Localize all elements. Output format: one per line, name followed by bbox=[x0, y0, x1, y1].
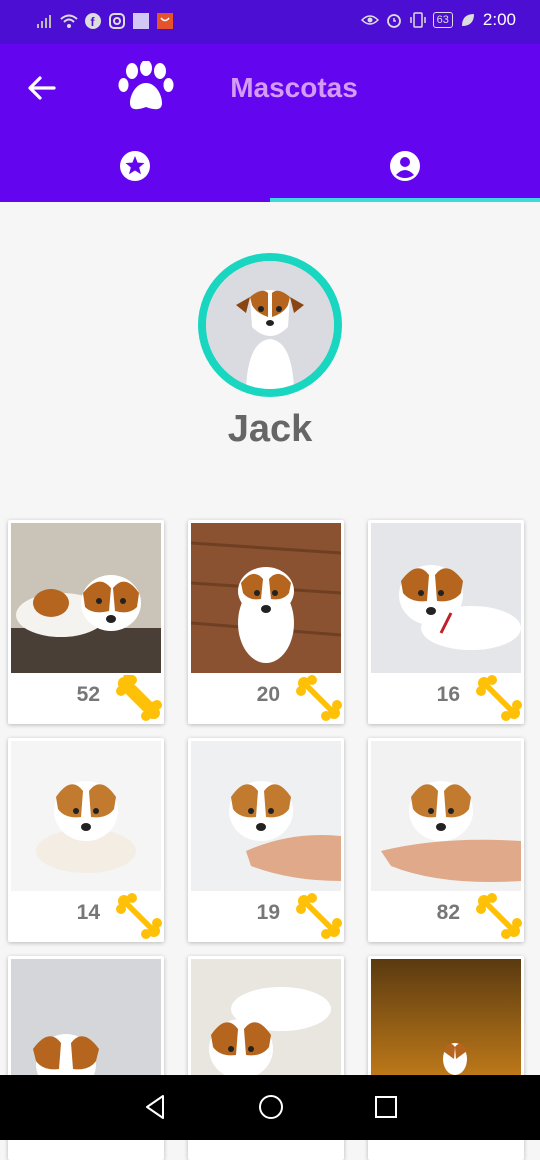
photo-card[interactable]: 82 bbox=[368, 738, 524, 942]
puppy-photo-icon bbox=[371, 741, 521, 891]
system-nav-bar bbox=[0, 1075, 540, 1140]
tab-profile[interactable] bbox=[270, 130, 540, 202]
signal-icon bbox=[37, 15, 51, 28]
puppy-photo-icon bbox=[191, 741, 341, 891]
like-count: 16 bbox=[436, 683, 460, 706]
tab-bar bbox=[0, 130, 540, 202]
puppy-photo-icon bbox=[371, 523, 521, 673]
puppy-photo-icon bbox=[11, 523, 161, 673]
battery-level: 63 bbox=[432, 12, 453, 28]
wifi-icon bbox=[60, 14, 78, 28]
pet-name: Jack bbox=[227, 408, 313, 450]
photo-card[interactable]: 14 bbox=[8, 738, 164, 942]
tab-favorites[interactable] bbox=[0, 130, 270, 202]
pet-photo bbox=[191, 741, 341, 891]
bone-icon[interactable] bbox=[296, 675, 342, 721]
like-count: 52 bbox=[76, 683, 100, 706]
pet-photo bbox=[371, 741, 521, 891]
profile-avatar bbox=[198, 253, 342, 397]
bone-icon[interactable] bbox=[116, 893, 162, 939]
bone-icon[interactable] bbox=[476, 675, 522, 721]
eye-icon bbox=[360, 15, 379, 25]
vibrate-icon bbox=[409, 12, 426, 28]
pet-photo bbox=[371, 523, 521, 673]
puppy-photo-icon bbox=[11, 741, 161, 891]
pet-photo bbox=[191, 523, 341, 673]
instagram-icon bbox=[109, 13, 125, 29]
puppy-photo-icon bbox=[206, 261, 334, 389]
bone-icon[interactable] bbox=[296, 893, 342, 939]
leaf-icon bbox=[461, 14, 474, 26]
like-count: 82 bbox=[436, 901, 460, 924]
tab-indicator bbox=[270, 198, 540, 202]
photo-card[interactable]: 52 bbox=[8, 520, 164, 724]
status-right-icons: 63 2:00 bbox=[360, 10, 516, 30]
nav-home-icon[interactable] bbox=[257, 1093, 285, 1121]
like-count: 20 bbox=[256, 683, 280, 706]
bone-icon[interactable] bbox=[476, 893, 522, 939]
photo-card[interactable]: 16 bbox=[368, 520, 524, 724]
puppy-photo-icon bbox=[191, 523, 341, 673]
star-circle-icon bbox=[120, 151, 150, 181]
like-count: 14 bbox=[76, 901, 100, 924]
nav-back-icon[interactable] bbox=[143, 1093, 167, 1121]
avatar-photo bbox=[206, 261, 334, 389]
app-notification-icon bbox=[133, 13, 149, 29]
like-count: 19 bbox=[256, 901, 280, 924]
page-title: Mascotas bbox=[230, 72, 358, 103]
status-left-icons: f bbox=[36, 12, 174, 30]
pet-photo bbox=[11, 741, 161, 891]
pet-photo bbox=[11, 523, 161, 673]
facebook-icon: f bbox=[85, 13, 101, 29]
status-bar: f 63 2:00 bbox=[0, 0, 540, 44]
bone-icon[interactable] bbox=[116, 675, 162, 721]
nav-recents-icon[interactable] bbox=[373, 1093, 399, 1121]
clock-time: 2:00 bbox=[482, 10, 516, 29]
account-circle-icon bbox=[390, 151, 420, 181]
shopping-icon bbox=[157, 13, 173, 29]
alarm-icon bbox=[386, 14, 401, 28]
photo-card[interactable]: 19 bbox=[188, 738, 344, 942]
photo-card[interactable]: 20 bbox=[188, 520, 344, 724]
app-bar: Mascotas bbox=[0, 44, 540, 130]
